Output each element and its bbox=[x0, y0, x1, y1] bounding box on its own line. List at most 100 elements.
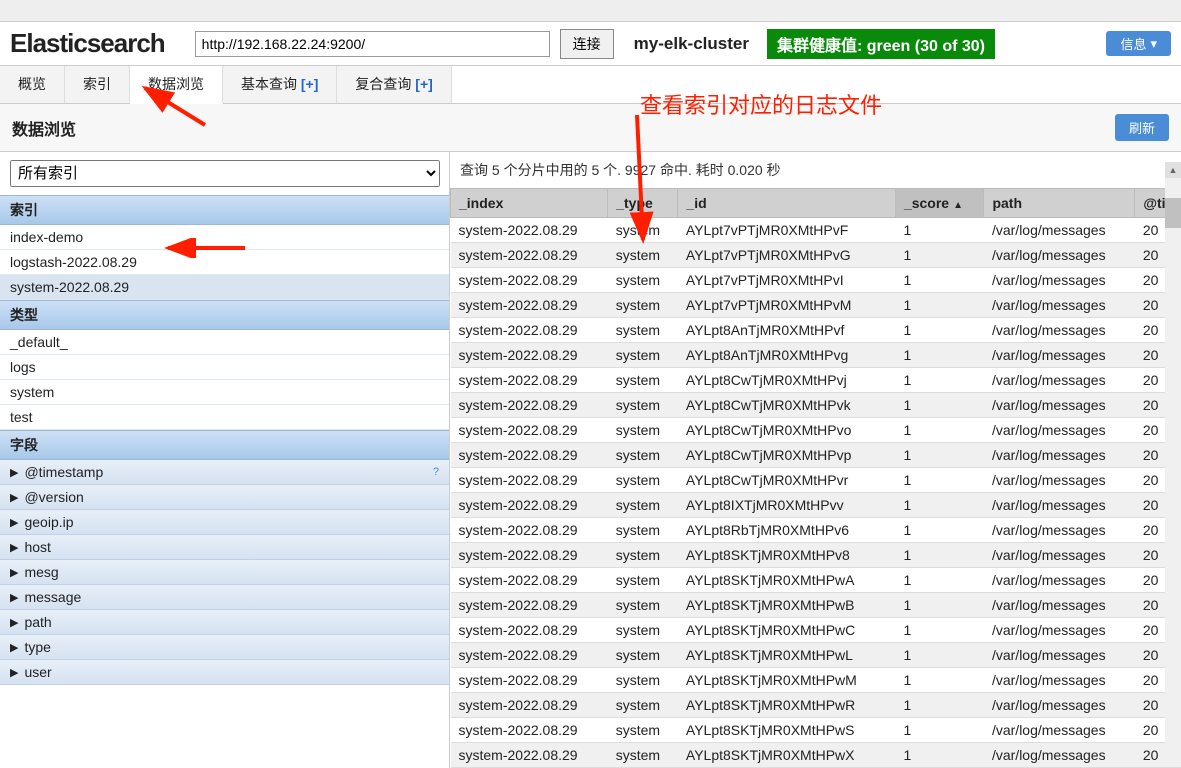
cell: system bbox=[608, 393, 678, 418]
cell: 1 bbox=[895, 268, 984, 293]
column-header[interactable]: _type bbox=[608, 189, 678, 218]
type-item[interactable]: _default_ bbox=[0, 330, 449, 355]
type-item[interactable]: system bbox=[0, 380, 449, 405]
tab-基本查询[interactable]: 基本查询 [+] bbox=[223, 66, 337, 103]
cell: 1 bbox=[895, 318, 984, 343]
info-button[interactable]: 信息▾ bbox=[1106, 31, 1171, 56]
cell: /var/log/messages bbox=[984, 618, 1135, 643]
cluster-url-input[interactable] bbox=[195, 31, 550, 57]
tab-概览[interactable]: 概览 bbox=[0, 66, 65, 103]
field-item[interactable]: ▶user bbox=[0, 660, 449, 685]
cell: system-2022.08.29 bbox=[451, 443, 608, 468]
table-row[interactable]: system-2022.08.29systemAYLpt8CwTjMR0XMtH… bbox=[451, 443, 1181, 468]
column-header[interactable]: _id bbox=[678, 189, 896, 218]
help-icon[interactable]: ? bbox=[433, 466, 439, 478]
cell: /var/log/messages bbox=[984, 518, 1135, 543]
cell: /var/log/messages bbox=[984, 743, 1135, 768]
table-row[interactable]: system-2022.08.29systemAYLpt8CwTjMR0XMtH… bbox=[451, 468, 1181, 493]
index-item[interactable]: system-2022.08.29 bbox=[0, 275, 449, 300]
cell: AYLpt7vPTjMR0XMtHPvF bbox=[678, 218, 896, 243]
table-row[interactable]: system-2022.08.29systemAYLpt8IXTjMR0XMtH… bbox=[451, 493, 1181, 518]
expand-icon: ▶ bbox=[10, 616, 18, 629]
table-row[interactable]: system-2022.08.29systemAYLpt7vPTjMR0XMtH… bbox=[451, 293, 1181, 318]
connect-button[interactable]: 连接 bbox=[560, 29, 614, 59]
vertical-scrollbar[interactable]: ▲ bbox=[1165, 162, 1181, 743]
cell: /var/log/messages bbox=[984, 393, 1135, 418]
table-row[interactable]: system-2022.08.29systemAYLpt8CwTjMR0XMtH… bbox=[451, 368, 1181, 393]
cell: /var/log/messages bbox=[984, 668, 1135, 693]
main: 所有索引 索引 index-demologstash-2022.08.29sys… bbox=[0, 152, 1181, 768]
cell: 1 bbox=[895, 393, 984, 418]
cell: system-2022.08.29 bbox=[451, 668, 608, 693]
tab-复合查询[interactable]: 复合查询 [+] bbox=[337, 66, 451, 103]
table-row[interactable]: system-2022.08.29systemAYLpt8SKTjMR0XMtH… bbox=[451, 543, 1181, 568]
cell: AYLpt8SKTjMR0XMtHPwX bbox=[678, 743, 896, 768]
cell: 1 bbox=[895, 368, 984, 393]
field-item[interactable]: ▶type bbox=[0, 635, 449, 660]
column-header[interactable]: path bbox=[984, 189, 1135, 218]
table-row[interactable]: system-2022.08.29systemAYLpt8CwTjMR0XMtH… bbox=[451, 393, 1181, 418]
index-item[interactable]: index-demo bbox=[0, 225, 449, 250]
type-item[interactable]: test bbox=[0, 405, 449, 430]
field-item[interactable]: ▶@timestamp? bbox=[0, 460, 449, 485]
column-header[interactable]: _score▲ bbox=[895, 189, 984, 218]
cell: 1 bbox=[895, 543, 984, 568]
column-header[interactable]: _index bbox=[451, 189, 608, 218]
cell: system bbox=[608, 443, 678, 468]
cell: 1 bbox=[895, 518, 984, 543]
index-select[interactable]: 所有索引 bbox=[10, 160, 440, 187]
table-row[interactable]: system-2022.08.29systemAYLpt7vPTjMR0XMtH… bbox=[451, 218, 1181, 243]
cell: 1 bbox=[895, 243, 984, 268]
scroll-up-icon[interactable]: ▲ bbox=[1165, 162, 1181, 178]
table-row[interactable]: system-2022.08.29systemAYLpt8SKTjMR0XMtH… bbox=[451, 718, 1181, 743]
field-item[interactable]: ▶@version bbox=[0, 485, 449, 510]
cell: system-2022.08.29 bbox=[451, 693, 608, 718]
cell: system-2022.08.29 bbox=[451, 643, 608, 668]
table-row[interactable]: system-2022.08.29systemAYLpt8SKTjMR0XMtH… bbox=[451, 743, 1181, 768]
cell: system-2022.08.29 bbox=[451, 568, 608, 593]
cell: 1 bbox=[895, 618, 984, 643]
field-item[interactable]: ▶geoip.ip bbox=[0, 510, 449, 535]
cell: system bbox=[608, 743, 678, 768]
field-item[interactable]: ▶host bbox=[0, 535, 449, 560]
index-item[interactable]: logstash-2022.08.29 bbox=[0, 250, 449, 275]
cell: 1 bbox=[895, 718, 984, 743]
cell: 1 bbox=[895, 743, 984, 768]
results-table: _index_type_id_score▲path@ti system-2022… bbox=[450, 188, 1181, 768]
type-item[interactable]: logs bbox=[0, 355, 449, 380]
scroll-thumb[interactable] bbox=[1165, 198, 1181, 228]
cell: system-2022.08.29 bbox=[451, 543, 608, 568]
table-row[interactable]: system-2022.08.29systemAYLpt7vPTjMR0XMtH… bbox=[451, 268, 1181, 293]
cell: AYLpt8CwTjMR0XMtHPvr bbox=[678, 468, 896, 493]
table-row[interactable]: system-2022.08.29systemAYLpt8SKTjMR0XMtH… bbox=[451, 693, 1181, 718]
table-row[interactable]: system-2022.08.29systemAYLpt8AnTjMR0XMtH… bbox=[451, 318, 1181, 343]
table-row[interactable]: system-2022.08.29systemAYLpt7vPTjMR0XMtH… bbox=[451, 243, 1181, 268]
table-row[interactable]: system-2022.08.29systemAYLpt8SKTjMR0XMtH… bbox=[451, 643, 1181, 668]
cell: 1 bbox=[895, 593, 984, 618]
field-item[interactable]: ▶message bbox=[0, 585, 449, 610]
cell: system bbox=[608, 293, 678, 318]
table-row[interactable]: system-2022.08.29systemAYLpt8CwTjMR0XMtH… bbox=[451, 418, 1181, 443]
cell: 1 bbox=[895, 218, 984, 243]
table-row[interactable]: system-2022.08.29systemAYLpt8RbTjMR0XMtH… bbox=[451, 518, 1181, 543]
expand-icon: ▶ bbox=[10, 666, 18, 679]
table-row[interactable]: system-2022.08.29systemAYLpt8SKTjMR0XMtH… bbox=[451, 568, 1181, 593]
cell: /var/log/messages bbox=[984, 693, 1135, 718]
cell: /var/log/messages bbox=[984, 718, 1135, 743]
subheader: 数据浏览 刷新 bbox=[0, 104, 1181, 152]
cell: /var/log/messages bbox=[984, 418, 1135, 443]
expand-icon: ▶ bbox=[10, 491, 18, 504]
table-row[interactable]: system-2022.08.29systemAYLpt8AnTjMR0XMtH… bbox=[451, 343, 1181, 368]
expand-icon: ▶ bbox=[10, 541, 18, 554]
table-row[interactable]: system-2022.08.29systemAYLpt8SKTjMR0XMtH… bbox=[451, 593, 1181, 618]
cell: 1 bbox=[895, 668, 984, 693]
tab-索引[interactable]: 索引 bbox=[65, 66, 130, 103]
field-item[interactable]: ▶path bbox=[0, 610, 449, 635]
tab-数据浏览[interactable]: 数据浏览 bbox=[130, 66, 223, 104]
logo: Elasticsearch bbox=[10, 28, 165, 59]
table-row[interactable]: system-2022.08.29systemAYLpt8SKTjMR0XMtH… bbox=[451, 618, 1181, 643]
field-item[interactable]: ▶mesg bbox=[0, 560, 449, 585]
refresh-button[interactable]: 刷新 bbox=[1115, 114, 1169, 141]
table-row[interactable]: system-2022.08.29systemAYLpt8SKTjMR0XMtH… bbox=[451, 668, 1181, 693]
expand-icon: ▶ bbox=[10, 516, 18, 529]
